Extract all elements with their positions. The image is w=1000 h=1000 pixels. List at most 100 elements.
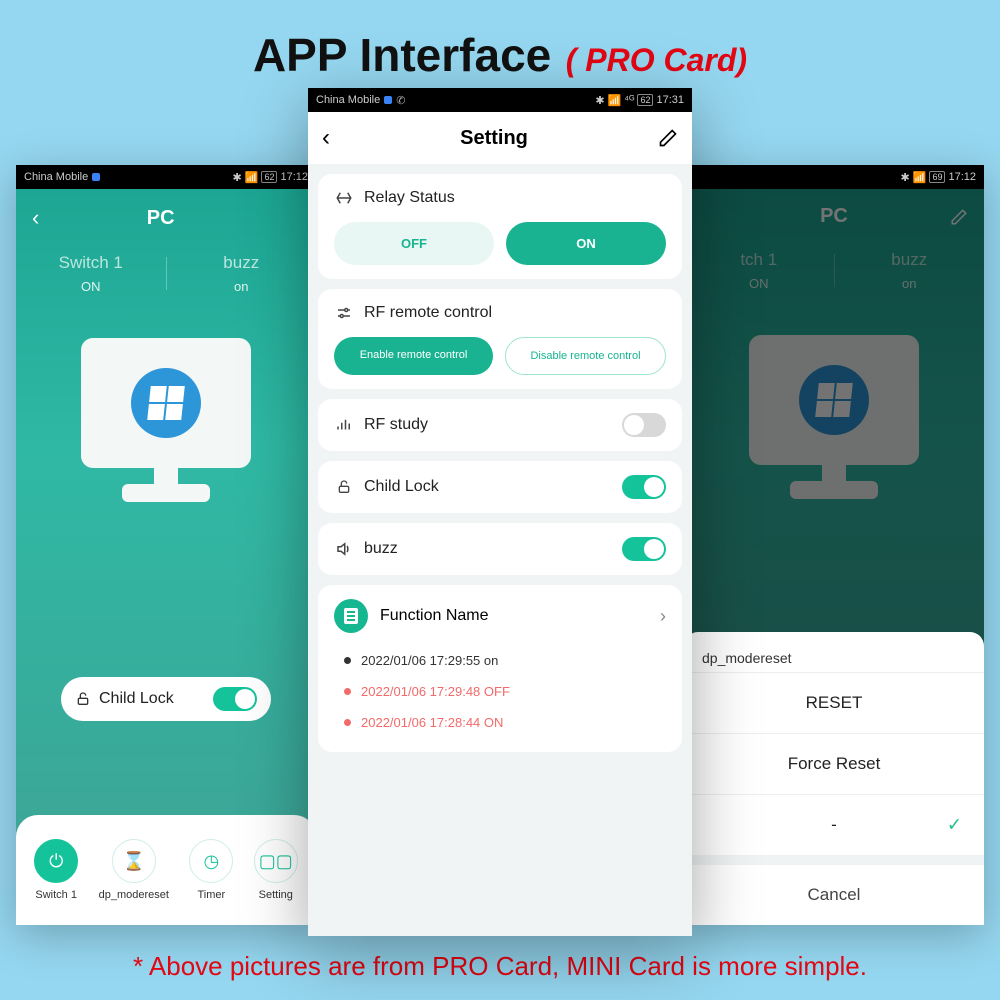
log-row: 2022/01/06 17:29:48 OFF	[334, 676, 666, 707]
dock-label: Timer	[197, 889, 225, 901]
enable-remote-button[interactable]: Enable remote control	[334, 337, 493, 375]
recycle-icon	[334, 188, 354, 208]
wifi-icon: 📶	[608, 94, 622, 107]
page-header: APP Interface ( PRO Card)	[0, 0, 1000, 82]
log-row: 2022/01/06 17:28:44 ON	[334, 707, 666, 738]
relay-status-card: Relay Status OFF ON	[318, 174, 682, 279]
phone-right: ✱ 📶 69 17:12 PC tch 1 ON buzz on	[684, 165, 984, 925]
screen-title: PC	[147, 207, 175, 230]
dock-modereset[interactable]: ⌛ dp_modereset	[99, 839, 169, 901]
footnote: * Above pictures are from PRO Card, MINI…	[0, 951, 1000, 982]
dock-switch1[interactable]: ⏻ Switch 1	[34, 839, 78, 901]
phone-left: China Mobile ✱ 📶 62 17:12 ‹ PC Switch 1 …	[16, 165, 316, 925]
function-name-label: Function Name	[380, 607, 648, 625]
tab-switch1[interactable]: Switch 1 ON	[16, 253, 166, 294]
carrier-label: China Mobile	[316, 94, 380, 106]
tab-buzz[interactable]: buzz on	[167, 253, 317, 294]
log-text: 2022/01/06 17:29:55 on	[361, 653, 498, 668]
buzz-label: buzz	[364, 540, 398, 558]
bluetooth-icon: ✱	[595, 94, 604, 107]
buzz-row: buzz	[318, 523, 682, 575]
action-sheet: dp_modereset RESET Force Reset - ✓ Cance…	[684, 632, 984, 925]
sheet-cancel-button[interactable]: Cancel	[684, 865, 984, 925]
child-lock-pill[interactable]: Child Lock	[61, 677, 271, 721]
child-lock-label: Child Lock	[99, 690, 213, 708]
sheet-option-dash[interactable]: - ✓	[684, 794, 984, 855]
status-bar: China Mobile ✱ 📶 62 17:12	[16, 165, 316, 189]
dock-timer[interactable]: ◷ Timer	[189, 839, 233, 901]
settings-title: Setting	[460, 127, 528, 150]
page-title: APP Interface	[253, 29, 551, 81]
signal-icon: ⁴ᴳ	[624, 94, 634, 106]
chevron-right-icon: ›	[660, 606, 666, 627]
volte-icon	[92, 173, 100, 181]
buzz-toggle[interactable]	[622, 537, 666, 561]
speaker-icon	[334, 539, 354, 559]
signal-bars-icon	[334, 415, 354, 435]
wifi-icon: 📶	[913, 171, 927, 184]
power-icon: ⏻	[34, 839, 78, 883]
dock-setting[interactable]: ▢▢ Setting	[254, 839, 298, 901]
clock-icon: ◷	[189, 839, 233, 883]
back-button[interactable]: ‹	[32, 205, 39, 231]
battery-icon: 62	[261, 171, 277, 183]
child-lock-label: Child Lock	[364, 478, 439, 496]
rf-study-toggle[interactable]	[622, 413, 666, 437]
dock-label: Setting	[259, 889, 293, 901]
sliders-icon	[334, 303, 354, 323]
phone-center: China Mobile ✆ ✱ 📶 ⁴ᴳ 62 17:31 ‹ Setting…	[308, 88, 692, 936]
page-subtitle: ( PRO Card)	[566, 42, 747, 78]
status-bar: ✱ 📶 69 17:12	[684, 165, 984, 189]
back-button[interactable]: ‹	[322, 124, 330, 152]
relay-status-label: Relay Status	[364, 189, 455, 207]
log-text: 2022/01/06 17:29:48 OFF	[361, 684, 510, 699]
log-dot-icon	[344, 657, 351, 664]
clock-label: 17:12	[280, 171, 308, 183]
edit-button[interactable]	[658, 128, 678, 148]
battery-icon: 69	[929, 171, 945, 183]
rf-study-row: RF study	[318, 399, 682, 451]
lock-icon	[75, 691, 91, 707]
bottom-dock: ⏻ Switch 1 ⌛ dp_modereset ◷ Timer ▢▢ Set…	[16, 815, 316, 925]
rf-remote-card: RF remote control Enable remote control …	[318, 289, 682, 389]
log-dot-icon	[344, 688, 351, 695]
windows-icon	[131, 368, 201, 438]
volte-icon	[384, 96, 392, 104]
log-list: 2022/01/06 17:29:55 on 2022/01/06 17:29:…	[334, 645, 666, 738]
tab-label: buzz	[167, 253, 317, 273]
bluetooth-icon: ✱	[901, 171, 910, 184]
function-name-button[interactable]: Function Name ›	[334, 599, 666, 633]
bluetooth-icon: ✱	[233, 171, 242, 184]
log-dot-icon	[344, 719, 351, 726]
sheet-option-label: -	[831, 815, 837, 834]
top-tabs: Switch 1 ON buzz on	[16, 253, 316, 294]
tab-status: on	[167, 279, 317, 294]
child-lock-toggle[interactable]	[622, 475, 666, 499]
child-lock-toggle[interactable]	[213, 687, 257, 711]
sheet-option-force-reset[interactable]: Force Reset	[684, 733, 984, 794]
clock-label: 17:31	[656, 94, 684, 106]
rf-remote-label: RF remote control	[364, 304, 492, 322]
settings-header: ‹ Setting	[308, 112, 692, 164]
function-name-card: Function Name › 2022/01/06 17:29:55 on 2…	[318, 585, 682, 752]
log-row: 2022/01/06 17:29:55 on	[334, 645, 666, 676]
disable-remote-button[interactable]: Disable remote control	[505, 337, 666, 375]
child-lock-row: Child Lock	[318, 461, 682, 513]
check-icon: ✓	[947, 815, 962, 836]
status-bar: China Mobile ✆ ✱ 📶 ⁴ᴳ 62 17:31	[308, 88, 692, 112]
sheet-divider	[684, 855, 984, 865]
hourglass-icon: ⌛	[112, 839, 156, 883]
relay-on-button[interactable]: ON	[506, 222, 666, 265]
dock-label: Switch 1	[35, 889, 77, 901]
grid-icon: ▢▢	[254, 839, 298, 883]
rf-study-label: RF study	[364, 416, 428, 434]
clock-label: 17:12	[948, 171, 976, 183]
relay-off-button[interactable]: OFF	[334, 222, 494, 265]
whatsapp-icon: ✆	[396, 94, 405, 107]
dock-label: dp_modereset	[99, 889, 169, 901]
battery-icon: 62	[637, 94, 653, 106]
tab-status: ON	[16, 279, 166, 294]
sheet-option-reset[interactable]: RESET	[684, 672, 984, 733]
tab-label: Switch 1	[16, 253, 166, 273]
wifi-icon: 📶	[245, 171, 259, 184]
